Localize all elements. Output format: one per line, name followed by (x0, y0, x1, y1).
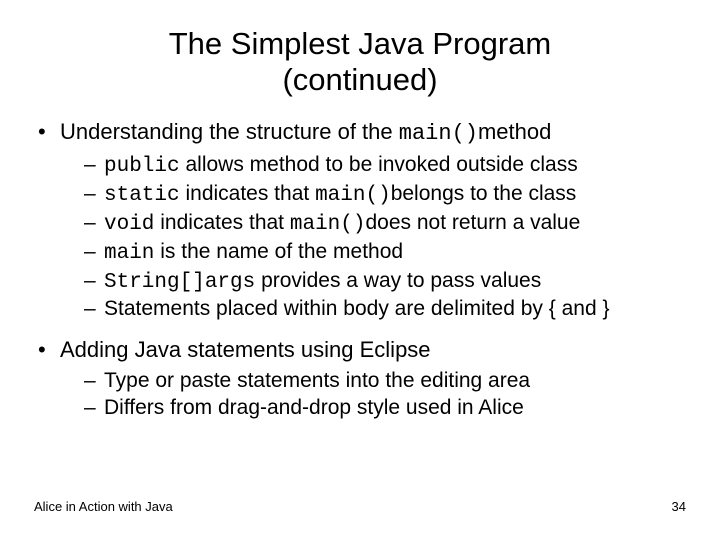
txt: Differs from drag-and-drop style used in… (104, 396, 524, 419)
txt: provides a way to pass values (261, 269, 541, 292)
txt: allows method to be invoked outside clas… (185, 153, 577, 176)
sub-item: String[]args provides a way to pass valu… (34, 268, 686, 297)
txt: indicates that (160, 211, 290, 234)
bullet-2: Adding Java statements using Eclipse (34, 337, 686, 364)
bullet-2-subs: Type or paste statements into the editin… (34, 368, 686, 422)
footer-left: Alice in Action with Java (34, 499, 173, 514)
title-line-1: The Simplest Java Program (169, 26, 551, 61)
txt: belongs to the class (391, 182, 577, 205)
b1-code: main() (399, 121, 478, 146)
slide-title: The Simplest Java Program (continued) (34, 26, 686, 97)
code: public (104, 155, 180, 178)
txt: does not return a value (365, 211, 580, 234)
sub-item: Type or paste statements into the editin… (34, 368, 686, 395)
bullet-1: Understanding the structure of the main(… (34, 119, 686, 148)
sub-item: public allows method to be invoked outsi… (34, 152, 686, 181)
slide-content: Understanding the structure of the main(… (34, 119, 686, 422)
sub-item: main is the name of the method (34, 239, 686, 268)
page-number: 34 (672, 499, 686, 514)
sub-item: void indicates that main()does not retur… (34, 210, 686, 239)
b1-pre: Understanding the structure of the (60, 119, 399, 144)
sub-item: static indicates that main()belongs to t… (34, 181, 686, 210)
b2-txt: Adding Java statements using Eclipse (60, 337, 431, 362)
code: main() (290, 213, 366, 236)
code: main() (315, 184, 391, 207)
footer: Alice in Action with Java 34 (34, 499, 686, 514)
sub-item: Statements placed within body are delimi… (34, 296, 686, 323)
txt: Type or paste statements into the editin… (104, 369, 530, 392)
title-line-2: (continued) (282, 62, 437, 97)
txt: indicates that (185, 182, 315, 205)
code: void (104, 213, 154, 236)
bullet-1-subs: public allows method to be invoked outsi… (34, 152, 686, 323)
b1-post: method (478, 119, 551, 144)
code: main (104, 242, 154, 265)
txt: is the name of the method (160, 240, 403, 263)
code: String[]args (104, 271, 255, 294)
slide: The Simplest Java Program (continued) Un… (0, 0, 720, 540)
code: static (104, 184, 180, 207)
txt: Statements placed within body are delimi… (104, 297, 609, 320)
sub-item: Differs from drag-and-drop style used in… (34, 395, 686, 422)
